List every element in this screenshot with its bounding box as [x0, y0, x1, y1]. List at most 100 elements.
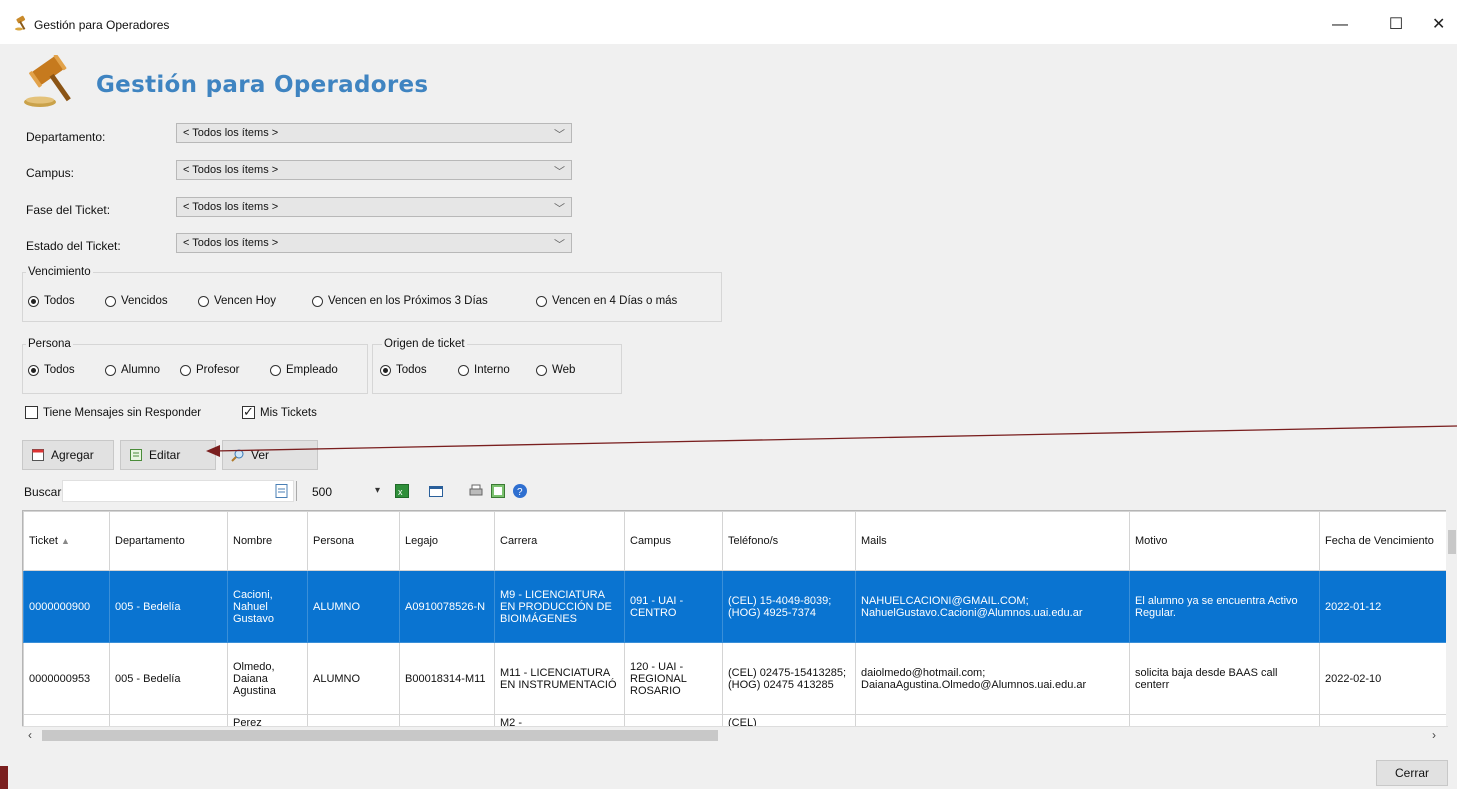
column-header-motivo[interactable]: Motivo	[1129, 511, 1320, 571]
page-title: Gestión para Operadores	[96, 72, 429, 98]
horizontal-scrollbar[interactable]: ‹ ›	[22, 726, 1448, 744]
column-header-carrera[interactable]: Carrera	[494, 511, 625, 571]
vencimiento-vencidos-radio[interactable]: Vencidos	[105, 295, 168, 307]
vencimiento-todos-radio[interactable]: Todos	[28, 295, 75, 307]
cell-nombre[interactable]: Cacioni, Nahuel Gustavo	[227, 570, 308, 643]
chevron-down-icon[interactable]: ▾	[375, 485, 380, 496]
cell-motivo[interactable]: El alumno ya se encuentra Activo Regular…	[1129, 570, 1320, 643]
estado-select[interactable]: < Todos los ítems > ﹀	[176, 233, 572, 253]
close-window-button[interactable]: ✕	[1432, 12, 1457, 38]
table-row[interactable]: 0000000900 005 - Bedelía Cacioni, Nahuel…	[23, 570, 1447, 643]
origen-todos-radio[interactable]: Todos	[380, 364, 427, 376]
origen-web-radio[interactable]: Web	[536, 364, 575, 376]
agregar-label: Agregar	[51, 448, 94, 462]
cell-carrera[interactable]: M9 - LICENCIATURA EN PRODUCCIÓN DE BIOIM…	[494, 570, 625, 643]
chevron-down-icon: ﹀	[554, 203, 565, 215]
sort-asc-icon: ▲	[61, 536, 70, 546]
cell-fecha[interactable]: 2022-01-12	[1319, 570, 1447, 643]
cell-carrera[interactable]: M11 - LICENCIATURA EN INSTRUMENTACIÓ	[494, 642, 625, 715]
excel-icon[interactable]: x	[394, 483, 410, 499]
scrollbar-thumb[interactable]	[42, 730, 718, 741]
refresh-icon[interactable]	[274, 483, 290, 499]
page-size-select[interactable]: 500	[312, 485, 332, 499]
export-icon[interactable]	[490, 483, 506, 499]
scroll-right-icon[interactable]: ›	[1432, 728, 1436, 742]
cell-telefono[interactable]: (CEL) 15-4049-8039; (HOG) 4925-7374	[722, 570, 856, 643]
table-row[interactable]: 0000000953 005 - Bedelía Olmedo, Daiana …	[23, 642, 1447, 715]
fase-label: Fase del Ticket:	[26, 203, 111, 217]
scroll-left-icon[interactable]: ‹	[28, 728, 32, 742]
edge-marker	[0, 766, 8, 789]
cell-legajo[interactable]: B00018314-M11	[399, 642, 495, 715]
vencimiento-title: Vencimiento	[26, 266, 93, 278]
campus-select[interactable]: < Todos los ítems > ﹀	[176, 160, 572, 180]
vencimiento-4dias-radio[interactable]: Vencen en 4 Días o más	[536, 295, 677, 307]
column-header-telefono[interactable]: Teléfono/s	[722, 511, 856, 571]
fase-select[interactable]: < Todos los ítems > ﹀	[176, 197, 572, 217]
help-icon[interactable]: ?	[512, 483, 528, 499]
campus-label: Campus:	[26, 166, 75, 180]
column-header-nombre[interactable]: Nombre	[227, 511, 308, 571]
estado-value: < Todos los ítems >	[183, 237, 279, 249]
column-header-mails[interactable]: Mails	[855, 511, 1130, 571]
cell-persona[interactable]: ALUMNO	[307, 570, 400, 643]
estado-label: Estado del Ticket:	[26, 239, 121, 253]
buscar-label: Buscar:	[24, 485, 65, 499]
cerrar-label: Cerrar	[1394, 766, 1429, 780]
column-header-fecha-vencimiento[interactable]: Fecha de Vencimiento	[1319, 511, 1447, 571]
cell-ticket[interactable]: 0000000900	[23, 570, 110, 643]
tickets-grid: Ticket ▲ Departamento Nombre Persona Leg…	[22, 510, 1448, 728]
mis-tickets-checkbox[interactable]: Mis Tickets	[242, 404, 317, 420]
cell-nombre[interactable]: Olmedo, Daiana Agustina	[227, 642, 308, 715]
cell-motivo[interactable]: solicita baja desde BAAS call centerr	[1129, 642, 1320, 715]
cell-campus[interactable]: 120 - UAI - REGIONAL ROSARIO	[624, 642, 723, 715]
cell-departamento[interactable]: 005 - Bedelía	[109, 570, 228, 643]
search-input[interactable]	[62, 480, 294, 502]
title-bar: Gestión para Operadores — ☐ ✕	[0, 0, 1457, 44]
table-header-row: Ticket ▲ Departamento Nombre Persona Leg…	[23, 511, 1447, 571]
vertical-scrollbar[interactable]	[1446, 510, 1457, 726]
layout-icon[interactable]	[428, 483, 444, 499]
departamento-select[interactable]: < Todos los ítems > ﹀	[176, 123, 572, 143]
cell-campus[interactable]: 091 - UAI - CENTRO	[624, 570, 723, 643]
cell-telefono[interactable]: (CEL) 02475-15413285; (HOG) 02475 413285	[722, 642, 856, 715]
cell-legajo[interactable]: A0910078526-N	[399, 570, 495, 643]
cell-persona[interactable]: ALUMNO	[307, 642, 400, 715]
main-window: Gestión para Operadores — ☐ ✕ Gestión pa…	[0, 0, 1457, 789]
cerrar-button[interactable]: Cerrar	[1376, 760, 1448, 786]
persona-alumno-radio[interactable]: Alumno	[105, 364, 160, 376]
cell-mails[interactable]: daiolmedo@hotmail.com; DaianaAgustina.Ol…	[855, 642, 1130, 715]
persona-profesor-radio[interactable]: Profesor	[180, 364, 239, 376]
toolbar-separator	[296, 481, 297, 501]
departamento-label: Departamento:	[26, 130, 106, 144]
print-icon[interactable]	[468, 483, 484, 499]
cell-fecha[interactable]: 2022-02-10	[1319, 642, 1447, 715]
column-header-ticket[interactable]: Ticket ▲	[23, 511, 110, 571]
svg-text:x: x	[398, 487, 403, 497]
campus-value: < Todos los ítems >	[183, 164, 279, 176]
vencimiento-3dias-radio[interactable]: Vencen en los Próximos 3 Días	[312, 295, 488, 307]
window-title: Gestión para Operadores	[34, 18, 170, 32]
column-header-legajo[interactable]: Legajo	[399, 511, 495, 571]
svg-text:?: ?	[517, 487, 523, 498]
column-header-persona[interactable]: Persona	[307, 511, 400, 571]
gavel-icon	[15, 15, 26, 31]
minimize-button[interactable]: —	[1320, 12, 1360, 38]
cell-departamento[interactable]: 005 - Bedelía	[109, 642, 228, 715]
new-icon	[32, 449, 44, 461]
column-header-campus[interactable]: Campus	[624, 511, 723, 571]
agregar-button[interactable]: Agregar	[22, 440, 114, 470]
maximize-button[interactable]: ☐	[1376, 12, 1416, 38]
persona-todos-radio[interactable]: Todos	[28, 364, 75, 376]
column-header-departamento[interactable]: Departamento	[109, 511, 228, 571]
annotation-arrow	[206, 425, 1457, 457]
scrollbar-thumb[interactable]	[1448, 530, 1456, 554]
chevron-down-icon: ﹀	[554, 239, 565, 251]
cell-mails[interactable]: NAHUELCACIONI@GMAIL.COM; NahuelGustavo.C…	[855, 570, 1130, 643]
tickets-table: Ticket ▲ Departamento Nombre Persona Leg…	[23, 511, 1447, 727]
origen-interno-radio[interactable]: Interno	[458, 364, 510, 376]
sin-responder-checkbox[interactable]: Tiene Mensajes sin Responder	[25, 406, 201, 419]
vencimiento-hoy-radio[interactable]: Vencen Hoy	[198, 295, 276, 307]
cell-ticket[interactable]: 0000000953	[23, 642, 110, 715]
persona-empleado-radio[interactable]: Empleado	[270, 364, 338, 376]
